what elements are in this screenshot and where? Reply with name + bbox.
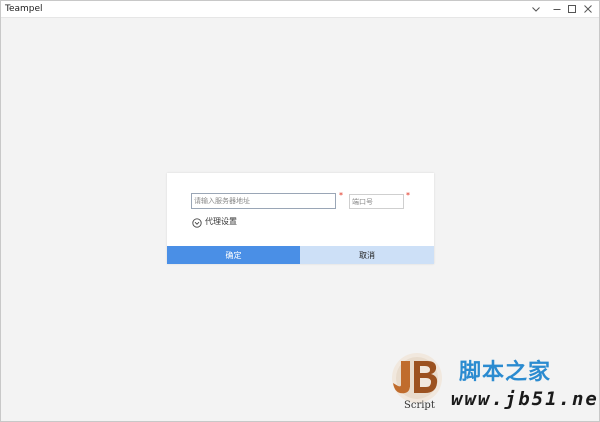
dialog-button-row: 确定 取消 [167,246,434,264]
server-required-mark: * [339,191,343,200]
ok-button[interactable]: 确定 [167,246,300,264]
port-input[interactable] [349,194,404,209]
close-icon[interactable] [579,1,597,17]
proxy-settings-toggle[interactable]: 代理设置 [192,216,237,228]
window-title: Teampel [5,4,43,14]
port-required-mark: * [406,191,410,200]
watermark-site-url: www.jb51.net [451,388,600,410]
app-window: Teampel * * 代理设置 确定 [0,0,600,422]
chevron-down-icon[interactable] [527,1,545,17]
site-watermark: Script 脚本之家 www.jb51.net [387,351,600,417]
watermark-site-name: 脚本之家 [459,360,552,385]
chevron-circle-down-icon [192,213,202,232]
cancel-button[interactable]: 取消 [300,246,434,264]
server-login-dialog: * * 代理设置 确定 取消 [167,173,434,264]
title-bar: Teampel [1,1,599,18]
server-address-input[interactable] [191,193,336,209]
proxy-settings-label: 代理设置 [205,217,237,226]
watermark-script-text: Script [404,400,435,411]
